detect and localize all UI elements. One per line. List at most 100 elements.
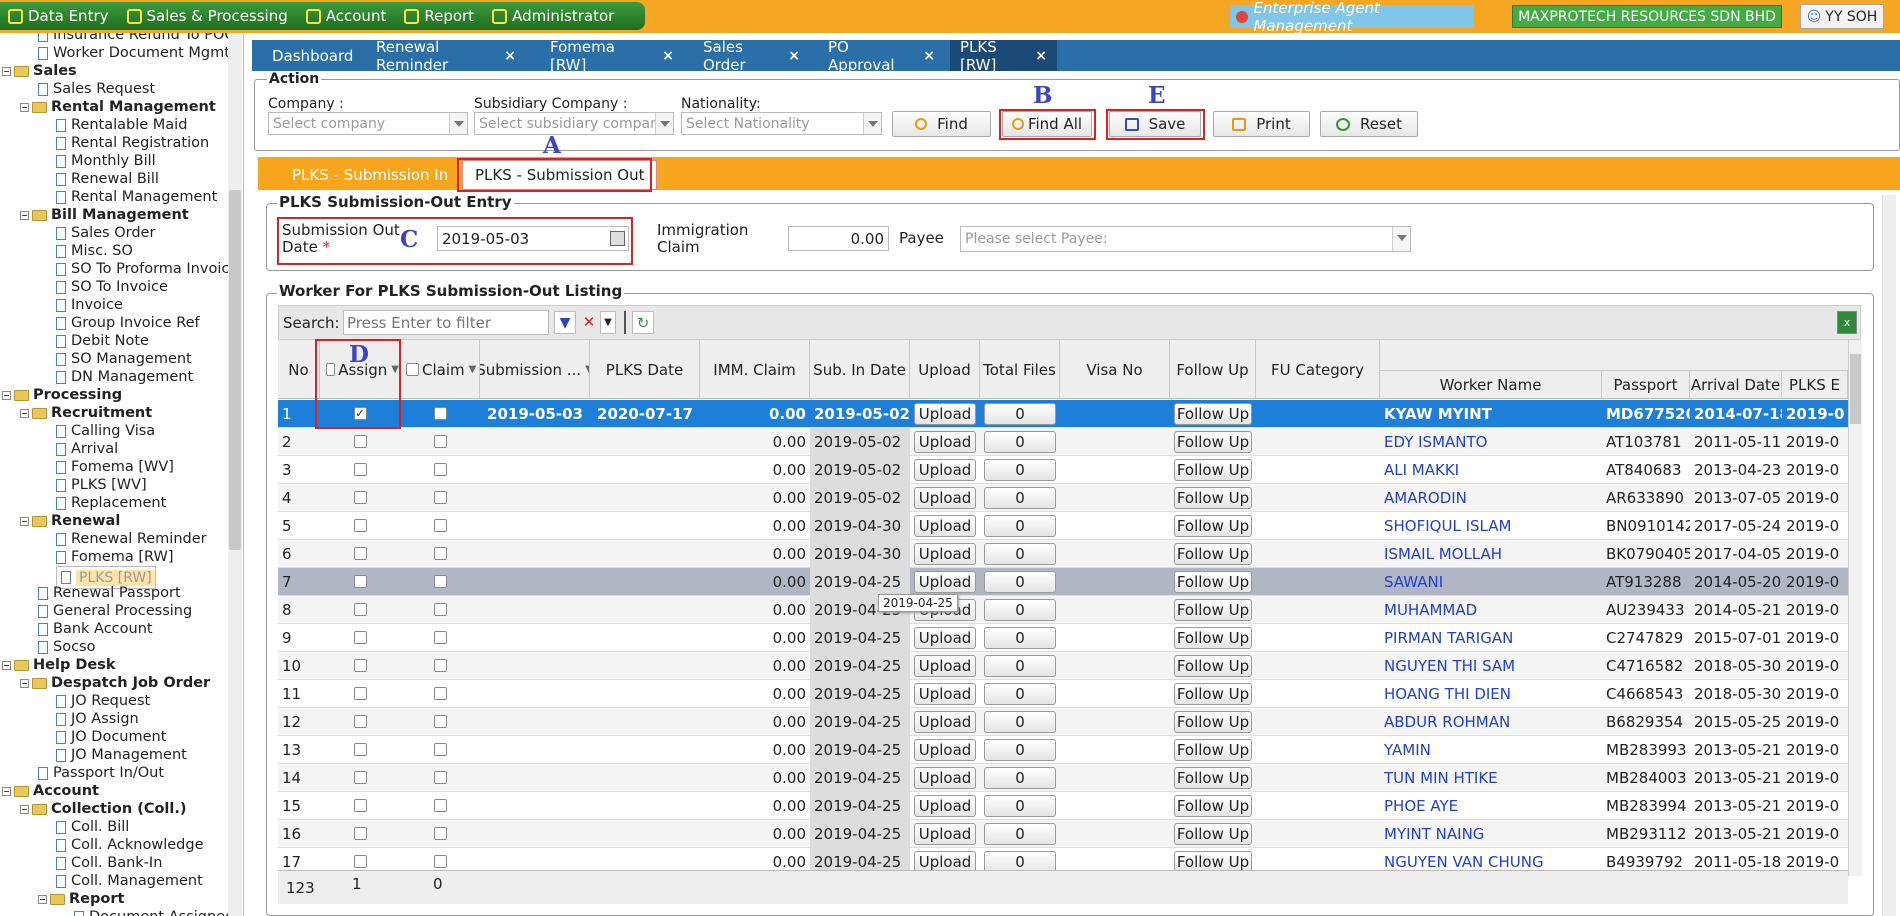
sidebar-item-fomema-rw-[interactable]: Fomema [RW] [56, 548, 174, 566]
follow-up-button[interactable]: Follow Up [1174, 598, 1252, 621]
sidebar-item-socso[interactable]: Socso [38, 638, 95, 656]
claim-checkbox[interactable] [433, 631, 447, 644]
find-button[interactable]: Find [892, 111, 991, 137]
assign-checkbox[interactable] [353, 631, 367, 644]
tab-renewal-reminder[interactable]: Renewal Reminder × [366, 38, 526, 74]
upload-button[interactable]: Upload [914, 542, 976, 565]
sidebar-item-arrival[interactable]: Arrival [56, 440, 118, 458]
sidebar-item-renewal-bill[interactable]: Renewal Bill [56, 170, 159, 188]
col-header-upload[interactable]: Upload [910, 340, 980, 399]
immigration-claim-input[interactable]: 0.00 [788, 226, 889, 251]
upload-button[interactable]: Upload [914, 654, 976, 677]
menu-data-entry[interactable]: Data Entry [8, 7, 109, 25]
assign-checkbox[interactable] [353, 771, 367, 784]
total-files-button[interactable]: 0 [984, 738, 1056, 761]
upload-button[interactable]: Upload [914, 710, 976, 733]
menu-sales-processing[interactable]: Sales & Processing [126, 7, 288, 25]
col-header-fu-category[interactable]: FU Category [1256, 340, 1380, 399]
claim-checkbox[interactable] [433, 519, 447, 532]
assign-checkbox[interactable] [353, 659, 367, 672]
collapse-icon[interactable]: − [38, 894, 47, 904]
sidebar-item-rental-registration[interactable]: Rental Registration [56, 134, 209, 152]
table-row[interactable]: 12 0.00 2019-04-25 Upload 0 Follow Up ABDUR RO… [278, 708, 1848, 736]
follow-up-button[interactable]: Follow Up [1174, 402, 1252, 425]
follow-up-button[interactable]: Follow Up [1174, 710, 1252, 733]
claim-checkbox[interactable] [433, 855, 447, 868]
sidebar-item-coll-bill[interactable]: Coll. Bill [56, 818, 129, 836]
sidebar-item-general-processing[interactable]: General Processing [38, 602, 192, 620]
grid-scroll-thumb[interactable] [1850, 354, 1861, 424]
follow-up-button[interactable]: Follow Up [1174, 794, 1252, 817]
sidebar-item-plks-wv-[interactable]: PLKS [WV] [56, 476, 147, 494]
assign-checkbox[interactable] [353, 519, 367, 532]
payee-select[interactable]: Please select Payee: [960, 226, 1411, 252]
total-files-button[interactable]: 0 [984, 766, 1056, 789]
user-menu[interactable]: ☺ YY SOH [1800, 4, 1884, 29]
claim-checkbox[interactable] [433, 771, 447, 784]
menu-report[interactable]: Report [404, 7, 474, 25]
grid-search-input[interactable] [343, 310, 549, 335]
tab-fomema-rw-[interactable]: Fomema [RW] × [540, 38, 684, 74]
assign-checkbox[interactable] [353, 743, 367, 756]
sidebar-item-debit-note[interactable]: Debit Note [56, 332, 149, 350]
col-header-sub-in[interactable]: Sub. In Date [810, 340, 910, 399]
tab-plks-rw-[interactable]: PLKS [RW] × [950, 38, 1057, 74]
total-files-button[interactable]: 0 [984, 514, 1056, 537]
upload-button[interactable]: Upload [914, 514, 976, 537]
claim-checkbox[interactable] [433, 463, 447, 476]
assign-checkbox[interactable] [353, 715, 367, 728]
table-row[interactable]: 11 0.00 2019-04-25 Upload 0 Follow Up HOANG TH… [278, 680, 1848, 708]
assign-checkbox[interactable] [353, 687, 367, 700]
upload-button[interactable]: Upload [914, 738, 976, 761]
total-files-button[interactable]: 0 [984, 570, 1056, 593]
table-row[interactable]: 2 0.00 2019-05-02 Upload 0 Follow Up EDY ISMAN… [278, 428, 1848, 456]
total-files-button[interactable]: 0 [984, 598, 1056, 621]
subsidiary-select[interactable]: Select subsidiary company [474, 112, 674, 135]
clear-filter-icon[interactable]: ✕ [580, 311, 598, 334]
follow-up-button[interactable]: Follow Up [1174, 654, 1252, 677]
sidebar-item-renewal-reminder[interactable]: Renewal Reminder [56, 530, 207, 548]
follow-up-button[interactable]: Follow Up [1174, 430, 1252, 453]
collapse-icon[interactable]: − [20, 516, 29, 526]
claim-checkbox[interactable] [433, 575, 447, 588]
assign-checkbox[interactable] [353, 435, 367, 448]
claim-checkbox[interactable] [433, 715, 447, 728]
claim-checkbox[interactable] [433, 491, 447, 504]
table-row[interactable]: 15 0.00 2019-04-25 Upload 0 Follow Up PHOE AYE… [278, 792, 1848, 820]
sidebar-item-replacement[interactable]: Replacement [56, 494, 166, 512]
table-row[interactable]: 9 0.00 2019-04-25 Upload 0 Follow Up PIRMAN TA… [278, 624, 1848, 652]
company-select[interactable]: Select company [268, 112, 468, 135]
sidebar-item-help-desk[interactable]: − Help Desk [2, 656, 116, 674]
sidebar-item-recruitment[interactable]: − Recruitment [20, 404, 152, 422]
claim-checkbox[interactable] [433, 743, 447, 756]
sidebar-item-calling-visa[interactable]: Calling Visa [56, 422, 155, 440]
col-header-imm-claim[interactable]: IMM. Claim [700, 340, 810, 399]
collapse-icon[interactable]: − [20, 102, 29, 112]
collapse-icon[interactable]: − [20, 678, 29, 688]
follow-up-button[interactable]: Follow Up [1174, 822, 1252, 845]
sidebar-item-monthly-bill[interactable]: Monthly Bill [56, 152, 156, 170]
sidebar-item-bank-account[interactable]: Bank Account [38, 620, 153, 638]
sidebar-item-worker-document-mgmt[interactable]: Worker Document Mgmt [38, 44, 230, 62]
tab-dashboard[interactable]: Dashboard [262, 40, 365, 71]
claim-checkbox[interactable] [433, 547, 447, 560]
sidebar-item-so-to-invoice[interactable]: SO To Invoice [56, 278, 168, 296]
total-files-button[interactable]: 0 [984, 402, 1056, 425]
sidebar-item-fomema-wv-[interactable]: Fomema [WV] [56, 458, 174, 476]
page-vertical-scrollbar[interactable] [1882, 195, 1896, 916]
table-row[interactable]: 80.002019-04-25Upload0Follow UpMUHAMMADA… [278, 596, 1848, 624]
follow-up-button[interactable]: Follow Up [1174, 626, 1252, 649]
assign-checkbox[interactable] [353, 855, 367, 868]
assign-checkbox[interactable] [353, 827, 367, 840]
total-files-button[interactable]: 0 [984, 430, 1056, 453]
follow-up-button[interactable]: Follow Up [1174, 682, 1252, 705]
claim-checkbox[interactable] [433, 659, 447, 672]
sort-chevron-icon[interactable]: ▼ [469, 364, 477, 375]
sidebar-item-despatch-job-order[interactable]: − Despatch Job Order [20, 674, 210, 692]
close-icon[interactable]: × [788, 48, 800, 64]
nationality-select[interactable]: Select Nationality [681, 112, 882, 135]
menu-administrator[interactable]: Administrator [492, 7, 614, 25]
upload-button[interactable]: Upload [914, 682, 976, 705]
sidebar-item-sales-request[interactable]: Sales Request [38, 80, 155, 98]
sidebar-item-report[interactable]: − Report [38, 890, 124, 908]
